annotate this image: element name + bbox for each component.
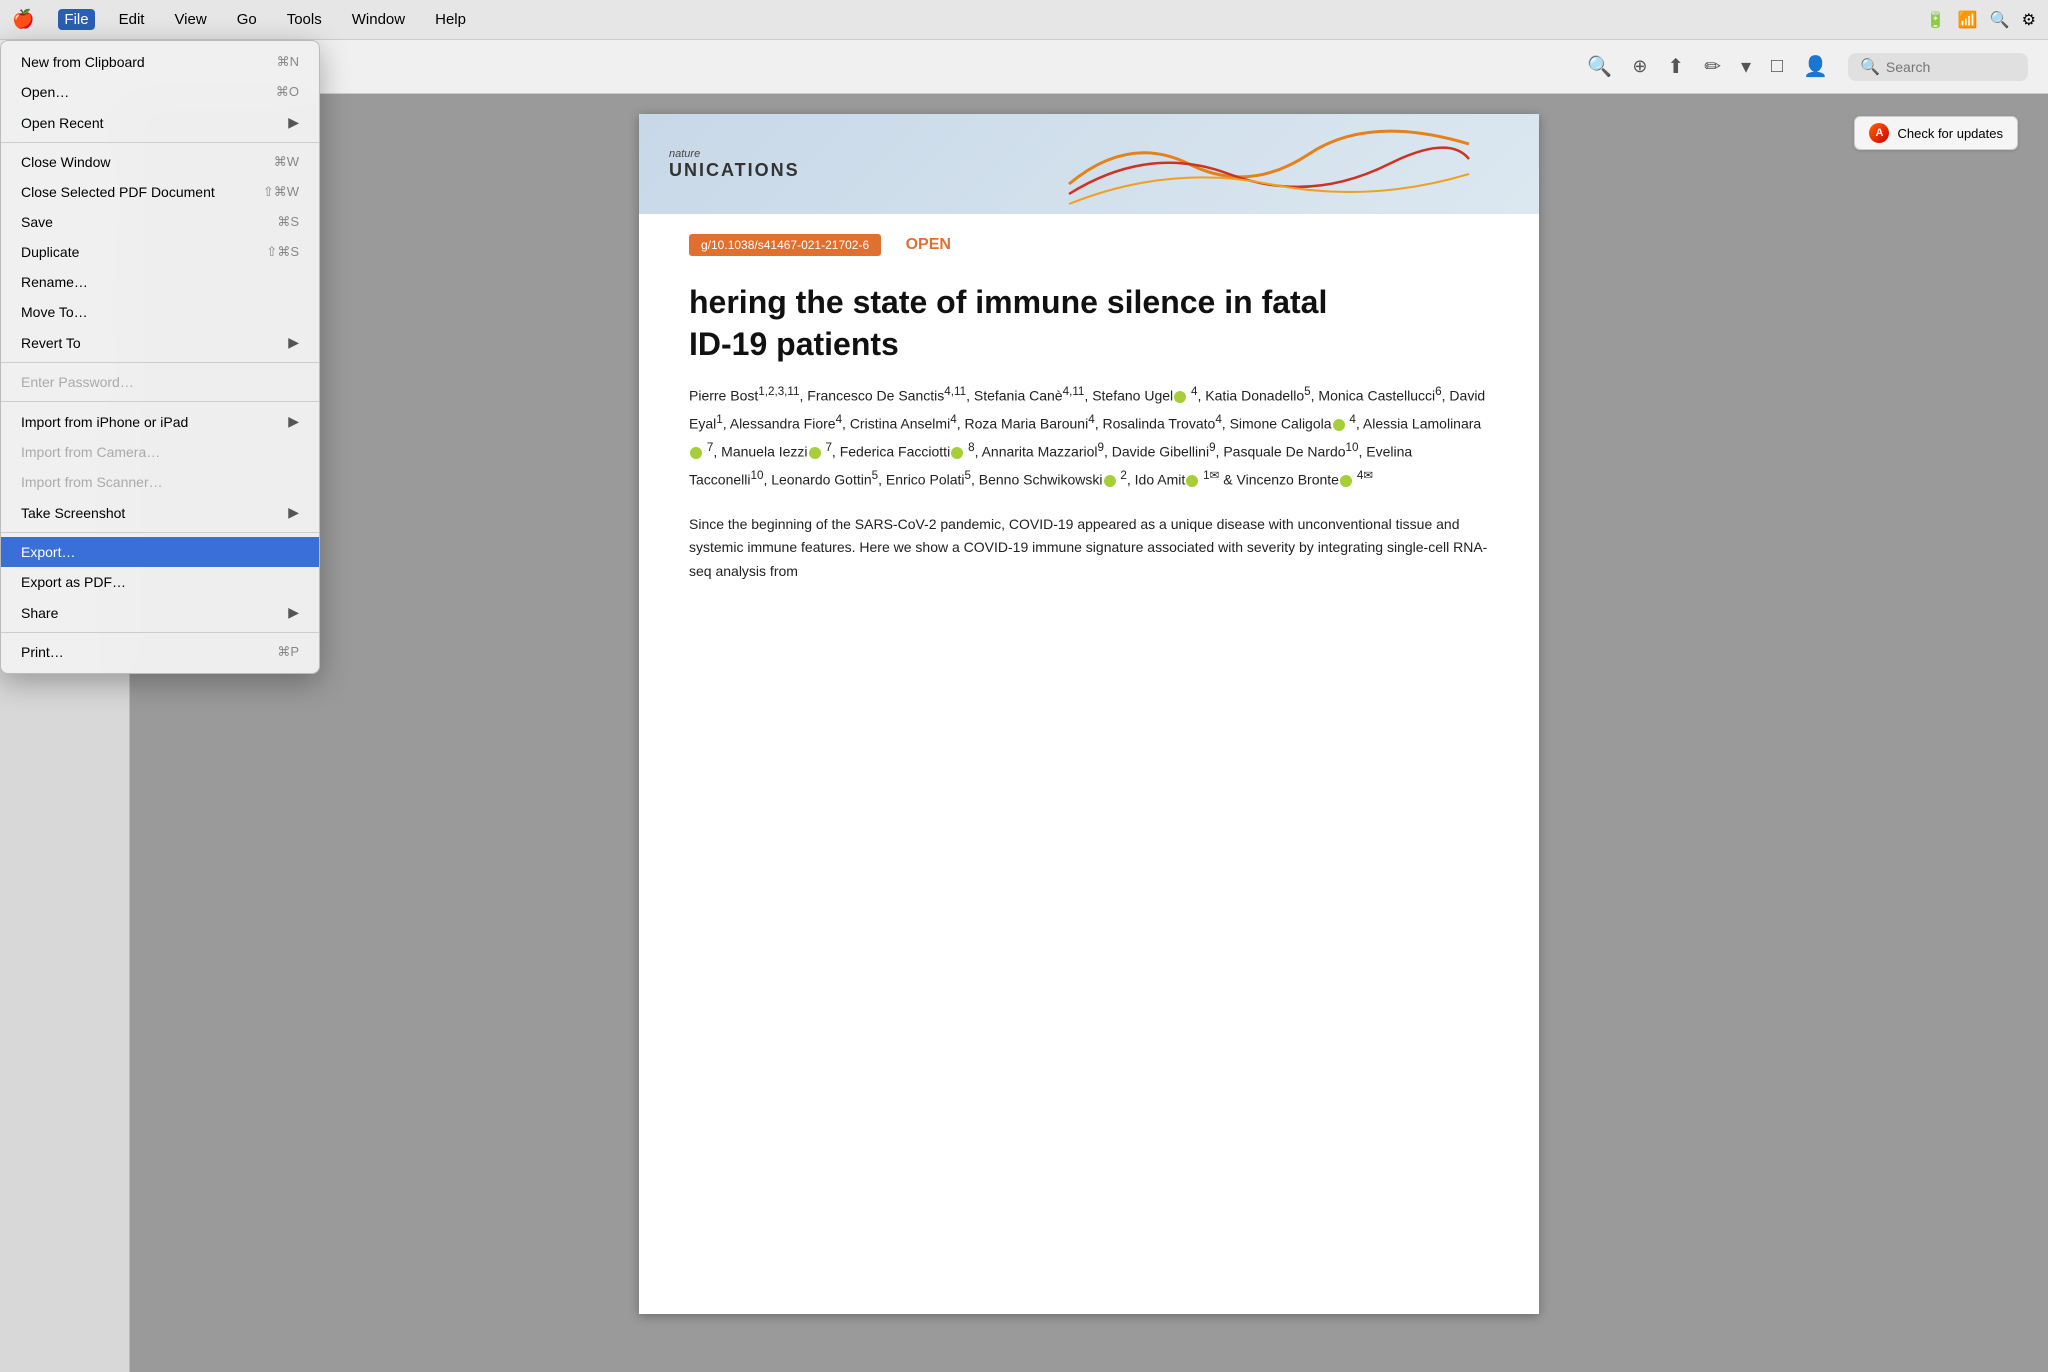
menu-label-share: Share	[21, 605, 288, 621]
menu-file[interactable]: File	[58, 9, 94, 30]
pdf-header-banner: nature UNICATIONS	[639, 114, 1539, 214]
arrow-import-iphone: ▶	[288, 413, 299, 430]
arrow-open-recent: ▶	[288, 114, 299, 131]
shortcut-close-pdf: ⇧⌘W	[263, 184, 299, 200]
shortcut-open: ⌘O	[276, 84, 299, 100]
menu-label-import-scanner: Import from Scanner…	[21, 474, 299, 490]
menu-item-rename[interactable]: Rename…	[1, 267, 319, 297]
menu-item-export[interactable]: Export…	[1, 537, 319, 567]
menu-label-export-pdf: Export as PDF…	[21, 574, 299, 590]
menu-item-revert-to[interactable]: Revert To ▶	[1, 327, 319, 358]
open-badge: OPEN	[906, 236, 951, 254]
separator-4	[1, 532, 319, 533]
search-input[interactable]	[1886, 59, 2016, 75]
menu-tools[interactable]: Tools	[281, 9, 328, 30]
separator-3	[1, 401, 319, 402]
menu-item-enter-password: Enter Password…	[1, 367, 319, 397]
markup-icon[interactable]: ✏	[1704, 54, 1721, 79]
shortcut-print: ⌘P	[277, 644, 299, 660]
menu-label-export: Export…	[21, 544, 299, 560]
menu-item-print[interactable]: Print… ⌘P	[1, 637, 319, 667]
menu-view[interactable]: View	[168, 9, 212, 30]
title-line2: ID-19 patients	[689, 326, 899, 362]
markup-dropdown-icon[interactable]: ▾	[1741, 54, 1751, 79]
separator-1	[1, 142, 319, 143]
menu-label-revert-to: Revert To	[21, 335, 288, 351]
menu-label-screenshot: Take Screenshot	[21, 505, 288, 521]
search-icon: 🔍	[1860, 57, 1880, 77]
abstract-text: Since the beginning of the SARS-CoV-2 pa…	[689, 513, 1489, 584]
shortcut-save: ⌘S	[277, 214, 299, 230]
title-line1: hering the state of immune silence in fa…	[689, 284, 1327, 320]
search-box[interactable]: 🔍	[1848, 53, 2028, 81]
menu-item-close-pdf[interactable]: Close Selected PDF Document ⇧⌘W	[1, 177, 319, 207]
menu-label-move-to: Move To…	[21, 304, 299, 320]
menu-label-rename: Rename…	[21, 274, 299, 290]
article-title: hering the state of immune silence in fa…	[689, 282, 1489, 365]
share-icon[interactable]: ⬆	[1667, 54, 1684, 79]
menu-edit[interactable]: Edit	[113, 9, 151, 30]
contact-icon[interactable]: 👤	[1803, 54, 1828, 79]
control-center-icon[interactable]: ⚙	[2022, 10, 2036, 30]
menu-item-import-scanner: Import from Scanner…	[1, 467, 319, 497]
menu-label-open-recent: Open Recent	[21, 115, 288, 131]
menu-label-new-clipboard: New from Clipboard	[21, 54, 277, 70]
menu-item-export-pdf[interactable]: Export as PDF…	[1, 567, 319, 597]
search-menu-icon[interactable]: 🔍	[1990, 10, 2010, 30]
file-dropdown-menu: New from Clipboard ⌘N Open… ⌘O Open Rece…	[0, 40, 320, 674]
menu-item-close-window[interactable]: Close Window ⌘W	[1, 147, 319, 177]
menu-item-save[interactable]: Save ⌘S	[1, 207, 319, 237]
shortcut-new-clipboard: ⌘N	[277, 54, 299, 70]
menu-window[interactable]: Window	[346, 9, 411, 30]
separator-5	[1, 632, 319, 633]
menu-bar-right: 🔋 📶 🔍 ⚙	[1926, 10, 2036, 30]
doi-badge[interactable]: g/10.1038/s41467-021-21702-6	[689, 234, 881, 256]
menu-label-password: Enter Password…	[21, 374, 299, 390]
arrow-revert: ▶	[288, 334, 299, 351]
sidebar-toggle-icon[interactable]: □	[1771, 55, 1783, 78]
separator-2	[1, 362, 319, 363]
menu-item-import-iphone[interactable]: Import from iPhone or iPad ▶	[1, 406, 319, 437]
menu-go[interactable]: Go	[231, 9, 263, 30]
zoom-in-icon[interactable]: ⊕	[1632, 56, 1647, 77]
menu-item-take-screenshot[interactable]: Take Screenshot ▶	[1, 497, 319, 528]
menu-item-duplicate[interactable]: Duplicate ⇧⌘S	[1, 237, 319, 267]
menu-label-open: Open…	[21, 84, 276, 100]
doi-row: g/10.1038/s41467-021-21702-6 OPEN	[689, 234, 1489, 268]
menu-label-close-window: Close Window	[21, 154, 274, 170]
menu-label-close-pdf: Close Selected PDF Document	[21, 184, 263, 200]
header-wave-svg	[999, 114, 1539, 214]
journal-subtitle: UNICATIONS	[669, 160, 800, 181]
menu-item-open[interactable]: Open… ⌘O	[1, 77, 319, 107]
zoom-out-icon[interactable]: 🔍	[1587, 54, 1612, 79]
arrow-screenshot: ▶	[288, 504, 299, 521]
journal-name: nature	[669, 148, 800, 160]
menu-label-save: Save	[21, 214, 277, 230]
menu-label-duplicate: Duplicate	[21, 244, 266, 260]
pdf-content-area: A Check for updates nature UNICATIONS g/…	[130, 94, 2048, 1372]
wifi-icon: 📶	[1958, 10, 1978, 30]
menu-help[interactable]: Help	[429, 9, 472, 30]
menu-item-new-from-clipboard[interactable]: New from Clipboard ⌘N	[1, 47, 319, 77]
battery-icon: 🔋	[1926, 10, 1946, 30]
menu-item-import-camera: Import from Camera…	[1, 437, 319, 467]
menu-label-import-iphone: Import from iPhone or iPad	[21, 414, 288, 430]
pdf-page: nature UNICATIONS g/10.1038/s41467-021-2…	[639, 114, 1539, 1314]
apple-icon: 🍎	[12, 9, 34, 30]
check-updates-button[interactable]: A Check for updates	[1854, 116, 2018, 150]
menu-label-import-camera: Import from Camera…	[21, 444, 299, 460]
menu-label-print: Print…	[21, 644, 277, 660]
menu-item-open-recent[interactable]: Open Recent ▶	[1, 107, 319, 138]
shortcut-close-window: ⌘W	[274, 154, 299, 170]
arrow-share: ▶	[288, 604, 299, 621]
check-updates-label: Check for updates	[1897, 126, 2003, 141]
shortcut-duplicate: ⇧⌘S	[266, 244, 299, 260]
authors-block: Pierre Bost1,2,3,11, Francesco De Sancti…	[689, 381, 1489, 492]
menu-item-move-to[interactable]: Move To…	[1, 297, 319, 327]
menu-item-share[interactable]: Share ▶	[1, 597, 319, 628]
menu-bar: 🍎 File Edit View Go Tools Window Help 🔋 …	[0, 0, 2048, 40]
check-updates-icon: A	[1869, 123, 1889, 143]
